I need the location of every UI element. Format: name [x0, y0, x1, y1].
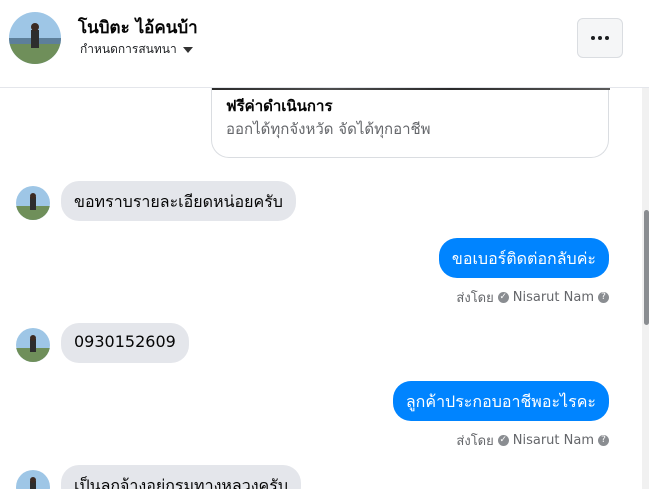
- message-outgoing[interactable]: ลูกค้าประกอบอาชีพอะไรคะ: [392, 381, 609, 421]
- more-icon: [591, 36, 595, 40]
- caret-down-icon: [182, 46, 193, 53]
- sent-by-label: ส่งโดย: [456, 291, 494, 306]
- message-outgoing[interactable]: ขอเบอร์ติดต่อกลับค่ะ: [438, 238, 609, 278]
- conversation-settings-label: กำหนดการสนทนา: [80, 42, 177, 56]
- sent-by-label: ส่งโดย: [456, 434, 494, 449]
- help-icon[interactable]: ?: [598, 435, 609, 446]
- sender-name[interactable]: Nisarut Nam: [513, 290, 594, 305]
- message-incoming[interactable]: ขอทราบรายละเอียดหน่อยครับ: [61, 181, 296, 221]
- sender-avatar[interactable]: [16, 470, 50, 489]
- check-icon: ✓: [497, 292, 509, 303]
- more-options-button[interactable]: [577, 18, 623, 58]
- sender-name[interactable]: Nisarut Nam: [513, 433, 594, 448]
- conversation-header: โนบิตะ ไอ้คนบ้า กำหนดการสนทนา: [0, 0, 649, 88]
- sender-avatar[interactable]: [16, 186, 50, 220]
- messenger-window: โนบิตะ ไอ้คนบ้า กำหนดการสนทนา ฟรีค่าดำเน…: [0, 0, 649, 489]
- check-icon: ✓: [497, 435, 509, 446]
- conversation-settings-dropdown[interactable]: กำหนดการสนทนา: [80, 40, 193, 59]
- sent-by-info: ส่งโดย ✓ Nisarut Nam ?: [456, 430, 609, 451]
- help-icon[interactable]: ?: [598, 292, 609, 303]
- sender-avatar[interactable]: [16, 328, 50, 362]
- sent-by-info: ส่งโดย ✓ Nisarut Nam ?: [456, 287, 609, 308]
- message-incoming[interactable]: 0930152609: [61, 323, 189, 363]
- ad-description: ออกได้ทุกจังหวัด จัดได้ทุกอาชีพ: [226, 120, 431, 138]
- contact-avatar[interactable]: [9, 12, 61, 64]
- message-incoming[interactable]: เป็นลูกจ้างอยู่กรมทางหลวงครับ: [61, 465, 301, 489]
- ad-title: ฟรีค่าดำเนินการ: [226, 97, 333, 115]
- scrollbar-thumb[interactable]: [644, 210, 649, 325]
- contact-name[interactable]: โนบิตะ ไอ้คนบ้า: [78, 14, 198, 41]
